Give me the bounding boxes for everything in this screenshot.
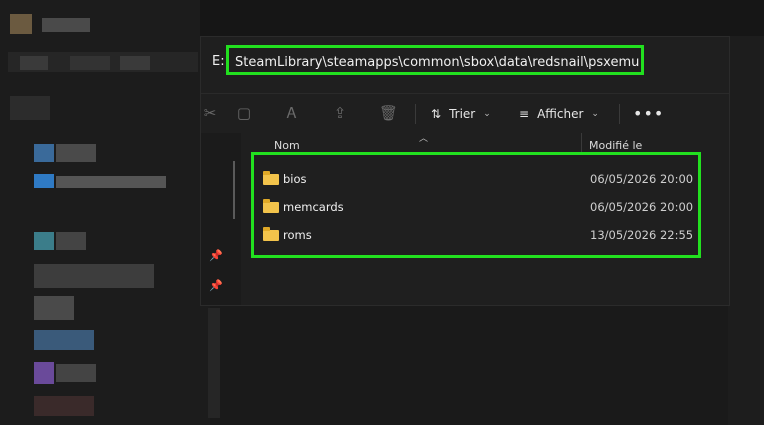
blurred-tile — [34, 264, 154, 288]
folder-icon — [263, 171, 279, 185]
blurred-tile — [56, 232, 86, 250]
list-item[interactable]: bios 06/05/2026 20:00 — [260, 169, 696, 189]
background-app-sidebar — [0, 0, 220, 425]
view-button[interactable]: ≡ Afficher ⌄ — [519, 103, 599, 125]
blurred-tile — [208, 308, 220, 418]
navigation-scrollbar[interactable] — [233, 161, 235, 219]
paste-icon[interactable]: ▢ — [235, 104, 253, 122]
file-modified: 06/05/2026 20:00 — [590, 200, 694, 214]
blurred-tile — [120, 56, 150, 70]
file-name: bios — [283, 172, 307, 186]
toolbar: ✂ ▢ Ꭺ ⇪ 🗑 ⇅ Trier ⌄ ≡ Afficher ⌄ ••• — [201, 93, 729, 134]
folder-icon — [263, 227, 279, 241]
file-list: bios 06/05/2026 20:00 memcards 06/05/202… — [251, 152, 701, 258]
blurred-tile — [34, 396, 94, 416]
right-panel-background — [728, 36, 764, 425]
column-name[interactable]: Nom — [274, 139, 300, 152]
blurred-tile — [70, 56, 110, 70]
file-name: memcards — [283, 200, 344, 214]
blurred-tile — [10, 96, 50, 120]
blurred-tile — [10, 14, 32, 34]
file-name: roms — [283, 228, 312, 242]
rename-icon[interactable]: Ꭺ — [283, 104, 301, 122]
sort-ascending-icon: ︿ — [419, 134, 429, 144]
delete-icon[interactable]: 🗑 — [379, 104, 398, 122]
blurred-tile — [34, 232, 54, 250]
toolbar-divider — [619, 104, 620, 124]
address-bar[interactable]: E: SteamLibrary\steamapps\common\sbox\da… — [212, 45, 644, 75]
pin-icon[interactable]: 📌 — [209, 249, 223, 262]
chevron-down-icon: ⌄ — [591, 109, 599, 119]
address-path[interactable]: SteamLibrary\steamapps\common\sbox\data\… — [226, 45, 644, 75]
address-drive: E: — [212, 54, 225, 69]
window-top-strip — [200, 0, 764, 36]
blurred-tile — [56, 176, 166, 188]
view-lines-icon: ≡ — [519, 107, 530, 121]
share-icon[interactable]: ⇪ — [331, 104, 349, 122]
toolbar-divider — [415, 104, 416, 124]
blurred-tile — [34, 296, 74, 320]
file-modified: 13/05/2026 22:55 — [590, 228, 694, 242]
blurred-tile — [56, 364, 96, 382]
navigation-pane: 📌 📌 — [201, 133, 241, 305]
chevron-down-icon: ⌄ — [483, 109, 491, 119]
folder-icon — [263, 199, 279, 213]
file-modified: 06/05/2026 20:00 — [590, 172, 694, 186]
view-label: Afficher — [537, 107, 584, 121]
pin-icon[interactable]: 📌 — [209, 279, 223, 292]
blurred-tile — [20, 56, 48, 70]
list-item[interactable]: memcards 06/05/2026 20:00 — [260, 197, 696, 217]
sort-icon: ⇅ — [431, 107, 442, 121]
file-explorer-window: E: SteamLibrary\steamapps\common\sbox\da… — [200, 36, 730, 306]
cut-icon[interactable]: ✂ — [201, 104, 219, 122]
sort-label: Trier — [449, 107, 476, 121]
blurred-tile — [34, 362, 54, 384]
list-item[interactable]: roms 13/05/2026 22:55 — [260, 225, 696, 245]
sort-button[interactable]: ⇅ Trier ⌄ — [431, 103, 491, 125]
blurred-tile — [42, 18, 90, 32]
more-options-button[interactable]: ••• — [633, 103, 664, 125]
column-modified[interactable]: Modifié le — [589, 139, 642, 152]
blurred-tile — [56, 144, 96, 162]
blurred-tile — [34, 144, 54, 162]
blurred-tile — [34, 174, 54, 188]
blurred-tile — [34, 330, 94, 350]
